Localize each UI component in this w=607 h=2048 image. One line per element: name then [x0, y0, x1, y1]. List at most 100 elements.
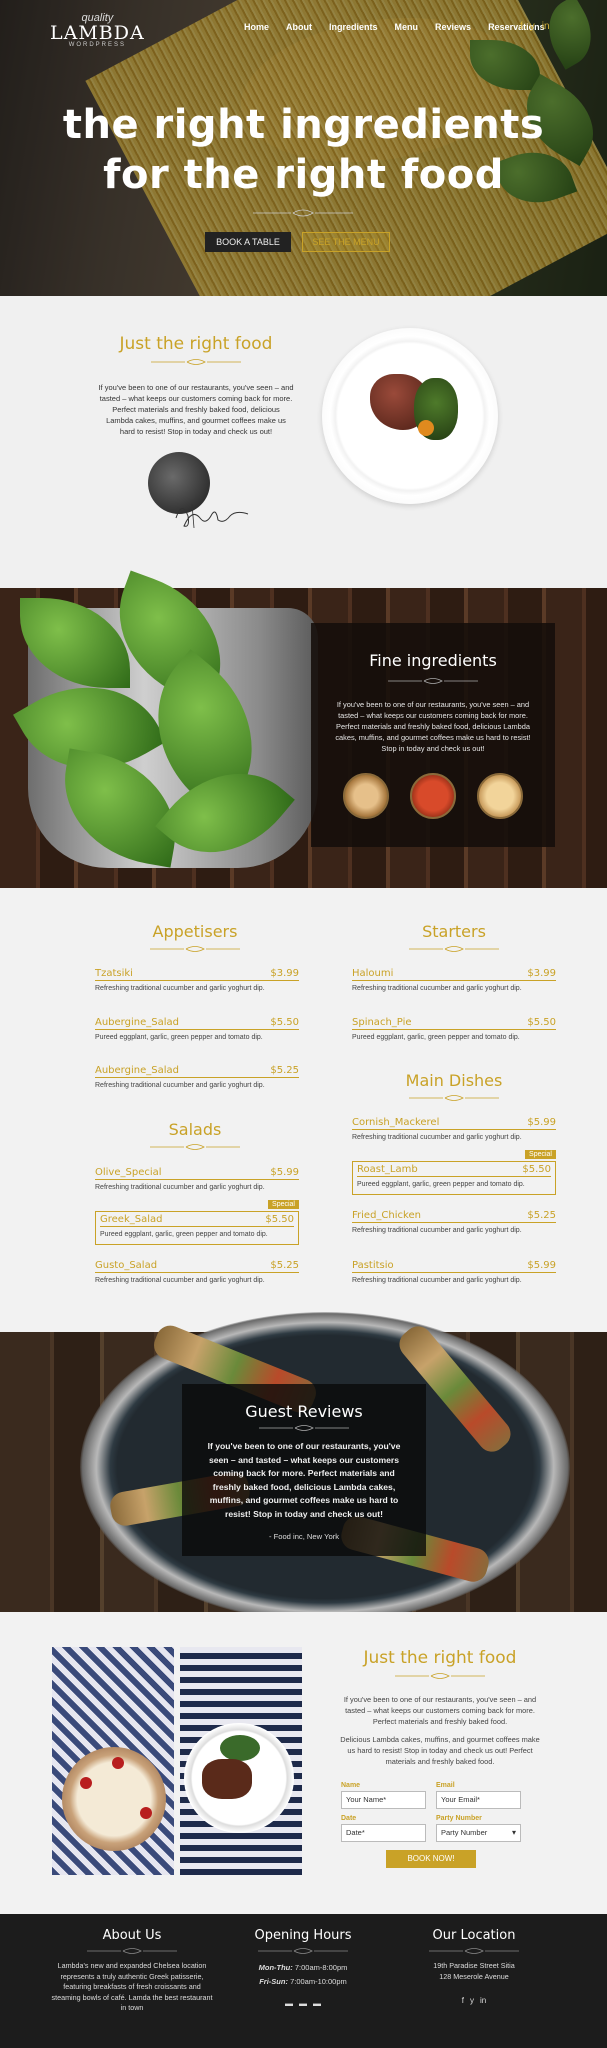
menu-item-name: Fried_Chicken — [352, 1210, 421, 1221]
footer-hours: Opening Hours Mon-Thu: 7:00am-8:00pm Fri… — [213, 1928, 393, 2008]
ornament-divider — [258, 1948, 348, 1954]
menu-item-special[interactable]: Special Greek_Salad $5.50 Pureed eggplant… — [95, 1200, 299, 1245]
footer-address: 19th Paradise Street Sitia 128 Meserole … — [384, 1961, 564, 1982]
mushroom-bowl-image — [343, 773, 389, 819]
name-field[interactable]: Your Name* — [341, 1791, 426, 1809]
twitter-icon[interactable]: y — [530, 21, 535, 32]
book-table-button[interactable]: BOOK A TABLE — [205, 232, 291, 252]
card-icon: ▬ — [299, 1999, 307, 2008]
ingredients-card: Fine ingredients If you've been to one o… — [311, 623, 555, 847]
menu-item-desc: Refreshing traditional cucumber and garl… — [352, 1277, 522, 1284]
signature-image — [175, 503, 249, 529]
ingredients-section: Fine ingredients If you've been to one o… — [0, 570, 607, 888]
menu-item-desc: Refreshing traditional cucumber and garl… — [95, 1184, 265, 1191]
footer-location-title: Our Location — [432, 1928, 516, 1943]
email-field[interactable]: Your Email* — [436, 1791, 521, 1809]
nav-reviews[interactable]: Reviews — [435, 22, 471, 32]
linkedin-icon[interactable]: in — [542, 21, 550, 32]
reviews-title: Guest Reviews — [245, 1402, 363, 1421]
menu-item[interactable]: Haloumi $3.99 Refreshing traditional cucu… — [352, 968, 556, 992]
nav-about[interactable]: About — [286, 22, 312, 32]
menu-item[interactable]: Cornish_Mackerel $5.99 Refreshing traditi… — [352, 1117, 556, 1141]
about-section: Just the right food If you've been to on… — [0, 296, 607, 588]
nav-ingredients[interactable]: Ingredients — [329, 22, 378, 32]
name-label: Name — [341, 1782, 361, 1789]
hero-section: quality LAMBDA WORDPRESS Home About Ingr… — [0, 0, 607, 296]
logo-wordmark: LAMBDA — [50, 22, 145, 44]
email-label: Email — [436, 1782, 455, 1789]
menu-item-name: Gusto_Salad — [95, 1260, 158, 1271]
facebook-icon[interactable]: f — [520, 21, 523, 32]
menu-item[interactable]: Gusto_Salad $5.25 Refreshing traditional … — [95, 1260, 299, 1284]
about-text: If you've been to one of our restaurants… — [98, 383, 294, 436]
menu-item[interactable]: Aubergine_Salad $5.50 Pureed eggplant, ga… — [95, 1017, 299, 1041]
reservation-text-1: If you've been to one of our restaurants… — [343, 1695, 537, 1726]
menu-item-price: $5.50 — [527, 1017, 556, 1028]
nav-home[interactable]: Home — [244, 22, 269, 32]
menu-item-special[interactable]: Special Roast_Lamb $5.50 Pureed eggplant,… — [352, 1150, 556, 1195]
menu-item-name: Tzatsiki — [95, 968, 133, 979]
menu-item-desc: Refreshing traditional cucumber and garl… — [352, 1227, 522, 1234]
menu-item[interactable]: Pastitsio $5.99 Refreshing traditional cu… — [352, 1260, 556, 1284]
menu-item[interactable]: Tzatsiki $3.99 Refreshing traditional cuc… — [95, 968, 299, 992]
menu-item-desc: Pureed eggplant, garlic, green pepper an… — [357, 1181, 525, 1188]
menu-item-price: $5.50 — [522, 1164, 551, 1175]
address-line-1: 19th Paradise Street Sitia — [433, 1961, 515, 1970]
reservation-section: Just the right food If you've been to on… — [0, 1612, 607, 1914]
greens — [220, 1735, 260, 1761]
menu-item[interactable]: Fried_Chicken $5.25 Refreshing traditiona… — [352, 1210, 556, 1234]
menu-item-price: $3.99 — [527, 968, 556, 979]
footer-social: f y in — [384, 1996, 564, 2005]
hours-time: 7:00am-10:00pm — [290, 1977, 347, 1986]
menu-item-name: Haloumi — [352, 968, 394, 979]
date-field[interactable]: Date* — [341, 1824, 426, 1842]
berry — [140, 1807, 152, 1819]
linkedin-icon[interactable]: in — [480, 1996, 486, 2005]
logo[interactable]: quality LAMBDA WORDPRESS — [50, 12, 145, 48]
facebook-icon[interactable]: f — [462, 1996, 464, 2005]
twitter-icon[interactable]: y — [470, 1996, 474, 2005]
menu-item-desc: Refreshing traditional cucumber and garl… — [352, 1134, 522, 1141]
menu-item-name: Cornish_Mackerel — [352, 1117, 440, 1128]
book-now-button[interactable]: BOOK NOW! — [386, 1850, 476, 1868]
menu-item-price: $5.50 — [265, 1214, 294, 1225]
menu-section: Appetisers Tzatsiki $3.99 Refreshing trad… — [0, 888, 607, 1332]
card-icon: ▬ — [313, 1999, 321, 2008]
ingredients-title: Fine ingredients — [369, 651, 497, 670]
date-label: Date — [341, 1815, 357, 1822]
menu-item-price: $5.99 — [527, 1117, 556, 1128]
grain-bowl-image — [477, 773, 523, 819]
see-menu-button[interactable]: SEE THE MENU — [302, 232, 390, 252]
hours-time: 7:00am-8:00pm — [294, 1963, 348, 1972]
menu-item-desc: Pureed eggplant, garlic, green pepper an… — [352, 1034, 520, 1041]
breakfast-photo — [52, 1647, 174, 1875]
menu-item[interactable]: Aubergine_Salad $5.25 Refreshing traditio… — [95, 1065, 299, 1089]
reservation-text-2: Delicious Lambda cakes, muffins, and gou… — [340, 1735, 540, 1766]
menu-item-name: Roast_Lamb — [357, 1164, 418, 1175]
menu-item-name: Pastitsio — [352, 1260, 394, 1271]
menu-item-name: Greek_Salad — [100, 1214, 163, 1225]
menu-item-price: $5.25 — [527, 1210, 556, 1221]
menu-item[interactable]: Spinach_Pie $5.50 Pureed eggplant, garlic… — [352, 1017, 556, 1041]
menu-item-desc: Refreshing traditional cucumber and garl… — [95, 985, 265, 992]
ornament-divider — [395, 1673, 485, 1679]
menu-item-price: $5.25 — [270, 1260, 299, 1271]
main-dishes-title: Main Dishes — [405, 1071, 503, 1090]
nav-menu[interactable]: Menu — [395, 22, 419, 32]
payment-icons: ▬ ▬ ▬ — [213, 1999, 393, 2008]
ornament-divider — [429, 1948, 519, 1954]
party-select[interactable]: Party Number — [436, 1824, 521, 1842]
menu-item-price: $5.99 — [270, 1167, 299, 1178]
steak — [202, 1759, 252, 1799]
ornament-divider — [151, 359, 241, 365]
menu-item[interactable]: Olive_Special $5.99 Refreshing traditiona… — [95, 1167, 299, 1191]
card-icon: ▬ — [285, 1999, 293, 2008]
menu-item-desc: Pureed eggplant, garlic, green pepper an… — [100, 1231, 268, 1238]
review-card: Guest Reviews If you've been to one of o… — [182, 1384, 426, 1556]
review-author: - Food inc, New York — [268, 1532, 340, 1541]
menu-item-desc: Refreshing traditional cucumber and garl… — [352, 985, 522, 992]
appetisers-title: Appetisers — [152, 922, 238, 941]
about-title: Just the right food — [119, 334, 273, 354]
footer-location: Our Location 19th Paradise Street Sitia … — [384, 1928, 564, 2005]
dish-plate-image — [322, 328, 498, 504]
